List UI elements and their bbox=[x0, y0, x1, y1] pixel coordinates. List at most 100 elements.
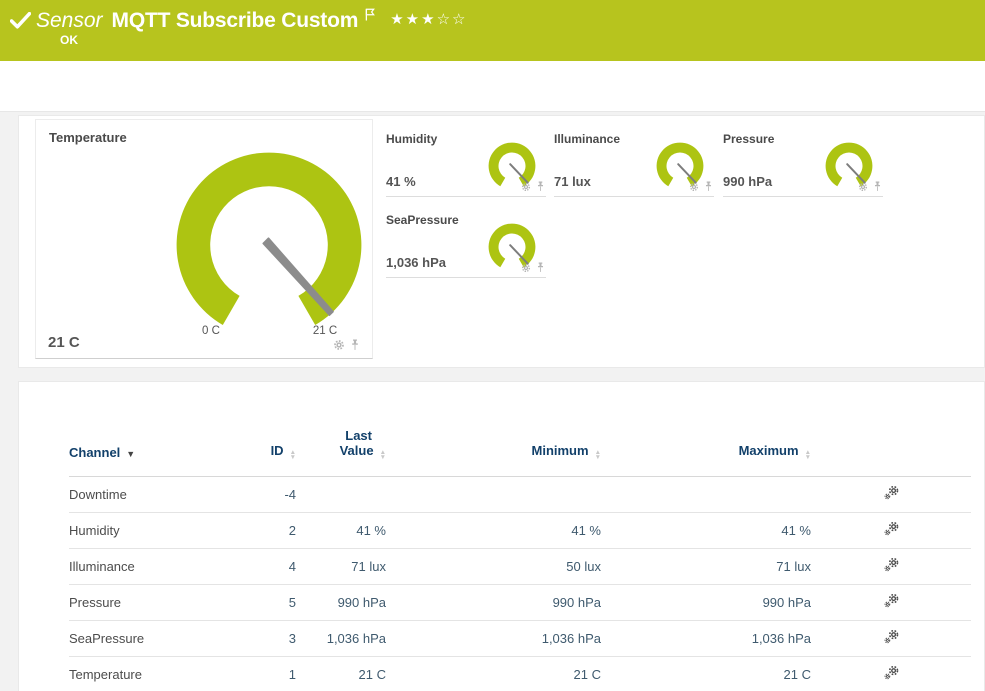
channel-id: 3 bbox=[249, 620, 296, 656]
table-row[interactable]: Downtime -4 bbox=[69, 476, 971, 512]
gauge-value: 990 hPa bbox=[723, 174, 772, 189]
sort-desc-icon: ▼ bbox=[126, 449, 135, 459]
column-header-id[interactable]: ID ▲▼ bbox=[249, 412, 296, 476]
status-ok-check-icon bbox=[10, 12, 32, 30]
sort-icon: ▲▼ bbox=[805, 450, 811, 460]
column-header-label: Maximum bbox=[739, 443, 799, 458]
gauge-tile-humidity: Humidity 41 % bbox=[386, 126, 546, 197]
channel-maximum: 1,036 hPa bbox=[601, 620, 811, 656]
star-empty-icon[interactable]: ☆ bbox=[452, 11, 467, 28]
gauge-value: 71 lux bbox=[554, 174, 591, 189]
sensor-title: MQTT Subscribe Custom bbox=[112, 9, 359, 33]
channel-settings-gears-icon[interactable] bbox=[884, 593, 899, 608]
table-row[interactable]: Humidity 2 41 % 41 % 41 % bbox=[69, 512, 971, 548]
channel-name: Pressure bbox=[69, 584, 249, 620]
channel-minimum: 990 hPa bbox=[386, 584, 601, 620]
star-filled-icon[interactable]: ★ bbox=[421, 11, 436, 28]
channel-minimum: 41 % bbox=[386, 512, 601, 548]
column-header-label: Last bbox=[296, 428, 386, 443]
channel-minimum bbox=[386, 476, 601, 512]
channel-minimum: 50 lux bbox=[386, 548, 601, 584]
tab-bar: Overview Live Data 2 days 30 days 365 da… bbox=[0, 61, 985, 112]
temperature-gauge bbox=[164, 140, 374, 350]
gauge-title: Illuminance bbox=[554, 132, 620, 146]
pin-icon[interactable] bbox=[536, 262, 545, 273]
table-row[interactable]: Temperature 1 21 C 21 C 21 C bbox=[69, 656, 971, 691]
column-header-label: Minimum bbox=[532, 443, 589, 458]
channel-last-value: 71 lux bbox=[296, 548, 386, 584]
channel-id: 1 bbox=[249, 656, 296, 691]
gauge-tile-temperature: Temperature 0 C 21 C 21 C bbox=[35, 119, 373, 359]
gauge-scale-max: 21 C bbox=[302, 325, 348, 337]
column-header-maximum[interactable]: Maximum ▲▼ bbox=[601, 412, 811, 476]
channel-id: 4 bbox=[249, 548, 296, 584]
channel-last-value bbox=[296, 476, 386, 512]
table-row[interactable]: SeaPressure 3 1,036 hPa 1,036 hPa 1,036 … bbox=[69, 620, 971, 656]
gauge-tile-pressure: Pressure 990 hPa bbox=[723, 126, 883, 197]
column-header-label: Channel bbox=[69, 445, 120, 460]
sort-icon: ▲▼ bbox=[595, 450, 601, 460]
channel-minimum: 21 C bbox=[386, 656, 601, 691]
channel-id: -4 bbox=[249, 476, 296, 512]
column-header-label: ID bbox=[271, 443, 284, 458]
pin-icon[interactable] bbox=[873, 181, 882, 192]
pin-icon[interactable] bbox=[536, 181, 545, 192]
gear-icon[interactable] bbox=[689, 182, 699, 192]
channel-maximum: 41 % bbox=[601, 512, 811, 548]
sort-icon: ▲▼ bbox=[290, 450, 296, 460]
column-header-last-value[interactable]: LastValue ▲▼ bbox=[296, 412, 386, 476]
sort-icon: ▲▼ bbox=[380, 450, 386, 460]
channel-name: SeaPressure bbox=[69, 620, 249, 656]
column-header-channel[interactable]: Channel ▼ bbox=[69, 412, 249, 476]
channel-last-value: 41 % bbox=[296, 512, 386, 548]
channel-maximum: 71 lux bbox=[601, 548, 811, 584]
table-row[interactable]: Illuminance 4 71 lux 50 lux 71 lux bbox=[69, 548, 971, 584]
pin-icon[interactable] bbox=[704, 181, 713, 192]
table-row[interactable]: Pressure 5 990 hPa 990 hPa 990 hPa bbox=[69, 584, 971, 620]
gear-icon[interactable] bbox=[858, 182, 868, 192]
sensor-kind-label: Sensor bbox=[36, 9, 103, 33]
priority-flag-icon[interactable] bbox=[365, 8, 376, 27]
gear-icon[interactable] bbox=[521, 182, 531, 192]
channel-settings-gears-icon[interactable] bbox=[884, 557, 899, 572]
sensor-status-badge: OK bbox=[60, 33, 78, 47]
gauge-value: 41 % bbox=[386, 174, 416, 189]
channel-last-value: 990 hPa bbox=[296, 584, 386, 620]
channel-settings-gears-icon[interactable] bbox=[884, 665, 899, 680]
star-empty-icon[interactable]: ☆ bbox=[437, 11, 452, 28]
sensor-banner: Sensor MQTT Subscribe Custom ★★★☆☆ OK bbox=[0, 0, 985, 61]
channel-minimum: 1,036 hPa bbox=[386, 620, 601, 656]
channel-settings-gears-icon[interactable] bbox=[884, 629, 899, 644]
channel-name: Humidity bbox=[69, 512, 249, 548]
channel-last-value: 21 C bbox=[296, 656, 386, 691]
channel-maximum bbox=[601, 476, 811, 512]
gauge-title: SeaPressure bbox=[386, 213, 459, 227]
gauge-value: 21 C bbox=[48, 334, 80, 351]
gear-icon[interactable] bbox=[333, 339, 345, 351]
priority-rating[interactable]: ★★★☆☆ bbox=[390, 10, 467, 28]
gear-icon[interactable] bbox=[521, 263, 531, 273]
channel-table-card: Channel ▼ ID ▲▼ LastValue ▲▼ Minimum ▲▼ Maxi… bbox=[18, 381, 985, 691]
channel-name: Illuminance bbox=[69, 548, 249, 584]
channel-id: 2 bbox=[249, 512, 296, 548]
gauge-tile-seapressure: SeaPressure 1,036 hPa bbox=[386, 207, 546, 278]
pin-icon[interactable] bbox=[350, 339, 360, 351]
gauge-title: Pressure bbox=[723, 132, 774, 146]
column-header-actions bbox=[811, 412, 971, 476]
gauge-title: Humidity bbox=[386, 132, 437, 146]
column-header-minimum[interactable]: Minimum ▲▼ bbox=[386, 412, 601, 476]
gauge-scale-min: 0 C bbox=[188, 325, 234, 337]
star-filled-icon[interactable]: ★ bbox=[406, 11, 421, 28]
channel-id: 5 bbox=[249, 584, 296, 620]
gauge-title: Temperature bbox=[49, 130, 127, 145]
star-filled-icon[interactable]: ★ bbox=[390, 11, 405, 28]
channel-table: Channel ▼ ID ▲▼ LastValue ▲▼ Minimum ▲▼ Maxi… bbox=[69, 412, 971, 691]
channel-last-value: 1,036 hPa bbox=[296, 620, 386, 656]
channel-maximum: 21 C bbox=[601, 656, 811, 691]
channel-name: Downtime bbox=[69, 476, 249, 512]
channel-settings-gears-icon[interactable] bbox=[884, 485, 899, 500]
table-header-row: Channel ▼ ID ▲▼ LastValue ▲▼ Minimum ▲▼ Maxi… bbox=[69, 412, 971, 476]
column-header-label: Value bbox=[340, 443, 374, 458]
channel-settings-gears-icon[interactable] bbox=[884, 521, 899, 536]
channel-maximum: 990 hPa bbox=[601, 584, 811, 620]
